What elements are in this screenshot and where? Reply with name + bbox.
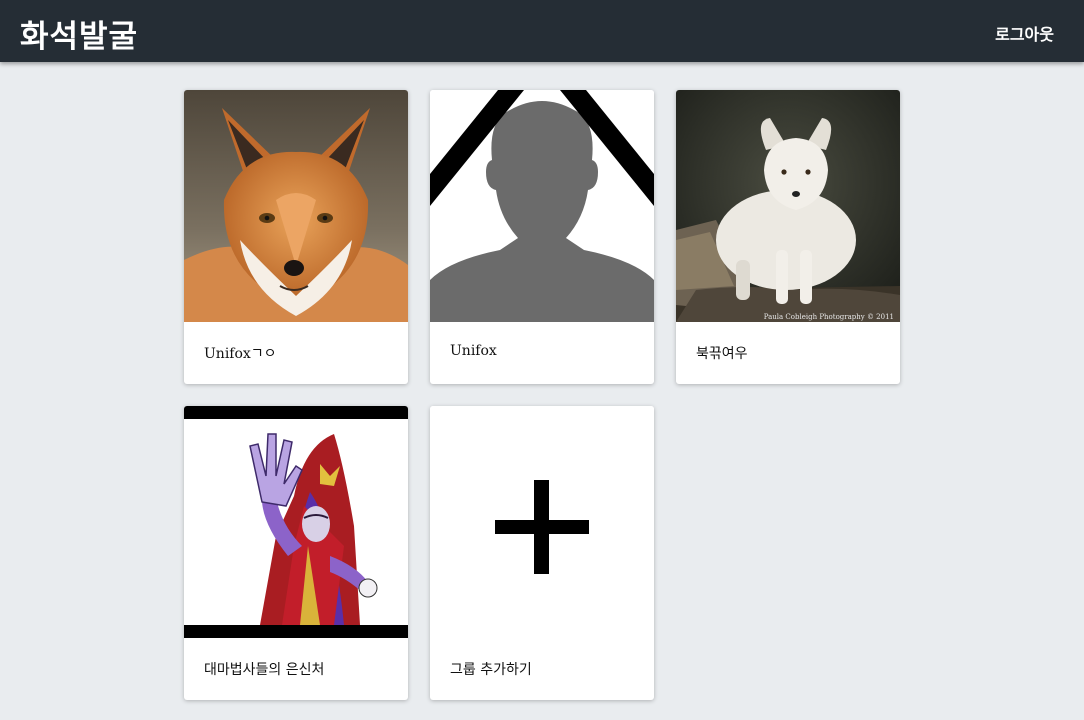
profile-silhouette-icon — [430, 90, 654, 322]
group-thumbnail-sorceress — [184, 406, 408, 638]
group-card-arctic-fox[interactable]: Paula Cobleigh Photography © 2011 북끆여우 — [676, 90, 900, 384]
plus-icon — [430, 406, 654, 638]
group-name: 대마법사들의 은신처 — [204, 662, 325, 678]
app-logo-title[interactable]: 화석발굴 — [20, 11, 138, 56]
group-card-unifox[interactable]: Unifox — [430, 90, 654, 384]
group-name: 북끆여우 — [696, 346, 748, 362]
group-card-wizard-hideout[interactable]: 대마법사들의 은신처 — [184, 406, 408, 700]
sorceress-illustration — [184, 406, 408, 638]
photo-watermark: Paula Cobleigh Photography © 2011 — [764, 313, 894, 321]
add-group-label: 그룹 추가하기 — [450, 662, 532, 678]
group-name: Unifoxㄱㅇ — [204, 346, 277, 362]
group-card-unifox-go[interactable]: Unifoxㄱㅇ — [184, 90, 408, 384]
group-name: Unifox — [450, 343, 497, 359]
group-thumbnail-red-fox — [184, 90, 408, 322]
add-group-card[interactable]: 그룹 추가하기 — [430, 406, 654, 700]
add-group-thumbnail — [430, 406, 654, 638]
group-thumbnail-arctic-fox: Paula Cobleigh Photography © 2011 — [676, 90, 900, 322]
top-navbar: 화석발굴 로그아웃 — [0, 0, 1084, 62]
arctic-fox-image: Paula Cobleigh Photography © 2011 — [676, 90, 900, 322]
red-fox-image — [184, 90, 408, 322]
logout-button[interactable]: 로그아웃 — [995, 21, 1054, 45]
group-thumbnail-default-profile — [430, 90, 654, 322]
